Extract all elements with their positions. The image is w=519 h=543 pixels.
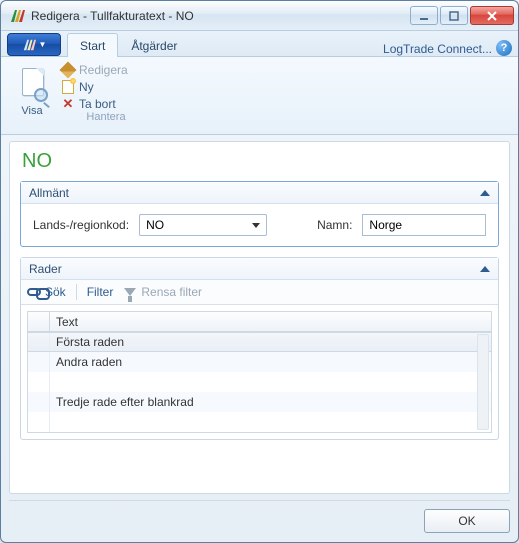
- country-code-value: NO: [146, 218, 164, 232]
- help-icon[interactable]: ?: [496, 40, 512, 56]
- panel-general-title: Allmänt: [29, 186, 69, 200]
- funnel-icon: [123, 285, 137, 299]
- app-icon: [9, 8, 25, 24]
- maximize-button[interactable]: [440, 6, 468, 25]
- country-code-select[interactable]: NO: [139, 214, 267, 236]
- content-area: NO Allmänt Lands-/regionkod: NO Namn: No…: [9, 141, 510, 494]
- clear-filter-button[interactable]: Rensa filter: [123, 285, 202, 299]
- window-frame: Redigera - Tullfakturatext - NO ▼: [0, 0, 519, 543]
- ribbon-group-label: Hantera: [86, 111, 125, 123]
- footer-bar: OK: [9, 500, 510, 534]
- lines-grid: Text Första raden Andra raden: [27, 311, 492, 433]
- table-row[interactable]: [28, 412, 491, 432]
- table-row[interactable]: [28, 372, 491, 392]
- field-row-country: Lands-/regionkod: NO Namn: Norge: [33, 214, 486, 236]
- cell-text: Andra raden: [50, 355, 491, 369]
- panel-general-header[interactable]: Allmänt: [21, 182, 498, 204]
- title-bar: Redigera - Tullfakturatext - NO: [1, 1, 518, 31]
- edit-button[interactable]: Redigera: [61, 63, 151, 77]
- new-button[interactable]: Ny: [61, 80, 151, 94]
- grid-body: Första raden Andra raden Tredje rade eft…: [28, 332, 491, 432]
- filter-label: Filter: [87, 285, 114, 299]
- name-input[interactable]: Norge: [362, 214, 486, 236]
- grid-header-selector[interactable]: [28, 312, 50, 331]
- link-icon: [27, 285, 41, 299]
- ribbon-group-view: Visa: [9, 61, 55, 134]
- table-row[interactable]: Tredje rade efter blankrad: [28, 392, 491, 412]
- scrollbar[interactable]: [477, 334, 489, 430]
- window-buttons: [410, 6, 514, 25]
- table-row[interactable]: Andra raden: [28, 352, 491, 372]
- app-icon-small: [22, 38, 36, 52]
- magnifier-icon: [34, 88, 48, 102]
- panel-lines-header[interactable]: Rader: [21, 258, 498, 280]
- collapse-icon: [480, 190, 490, 196]
- new-document-icon: [61, 80, 75, 94]
- delete-label: Ta bort: [79, 97, 116, 111]
- ribbon-group-manage: Redigera Ny ✕ Ta bort Hantera: [55, 61, 157, 134]
- ok-button[interactable]: OK: [424, 509, 510, 533]
- grid-header-row: Text: [28, 312, 491, 332]
- delete-button[interactable]: ✕ Ta bort: [61, 97, 151, 111]
- chevron-down-icon: ▼: [39, 40, 47, 49]
- grid-header-text[interactable]: Text: [50, 312, 491, 331]
- new-label: Ny: [79, 80, 94, 94]
- minimize-button[interactable]: [410, 6, 438, 25]
- filter-button[interactable]: Filter: [87, 285, 114, 299]
- country-code-label: Lands-/regionkod:: [33, 218, 129, 232]
- view-button[interactable]: [16, 63, 48, 103]
- panel-lines: Rader Sök Filter Rensa filter: [20, 257, 499, 440]
- ribbon-tab-bar: ▼ Start Åtgärder LogTrade Connect... ?: [1, 31, 518, 57]
- cell-text: Tredje rade efter blankrad: [50, 395, 491, 409]
- cell-text: Första raden: [50, 335, 491, 349]
- close-button[interactable]: [470, 6, 514, 25]
- delete-icon: ✕: [61, 97, 75, 111]
- tab-start[interactable]: Start: [67, 33, 118, 57]
- tab-actions[interactable]: Åtgärder: [118, 33, 190, 57]
- ribbon-body: Visa Redigera Ny ✕ Ta bort Hantera: [1, 57, 518, 135]
- window-title: Redigera - Tullfakturatext - NO: [31, 9, 410, 23]
- separator: [76, 284, 77, 300]
- brand-label[interactable]: LogTrade Connect...: [383, 42, 492, 56]
- panel-lines-title: Rader: [29, 262, 62, 276]
- panel-general: Allmänt Lands-/regionkod: NO Namn: Norge: [20, 181, 499, 247]
- view-label: Visa: [21, 105, 42, 117]
- pencil-icon: [61, 63, 75, 77]
- search-button[interactable]: Sök: [27, 285, 66, 299]
- chevron-down-icon: [252, 223, 260, 228]
- lines-toolbar: Sök Filter Rensa filter: [21, 280, 498, 305]
- name-value: Norge: [369, 218, 402, 232]
- name-label: Namn:: [317, 218, 352, 232]
- table-row[interactable]: Första raden: [28, 332, 491, 352]
- edit-label: Redigera: [79, 63, 128, 77]
- page-title: NO: [20, 146, 499, 181]
- clear-filter-label: Rensa filter: [141, 285, 202, 299]
- collapse-icon: [480, 266, 490, 272]
- file-menu-button[interactable]: ▼: [7, 33, 61, 56]
